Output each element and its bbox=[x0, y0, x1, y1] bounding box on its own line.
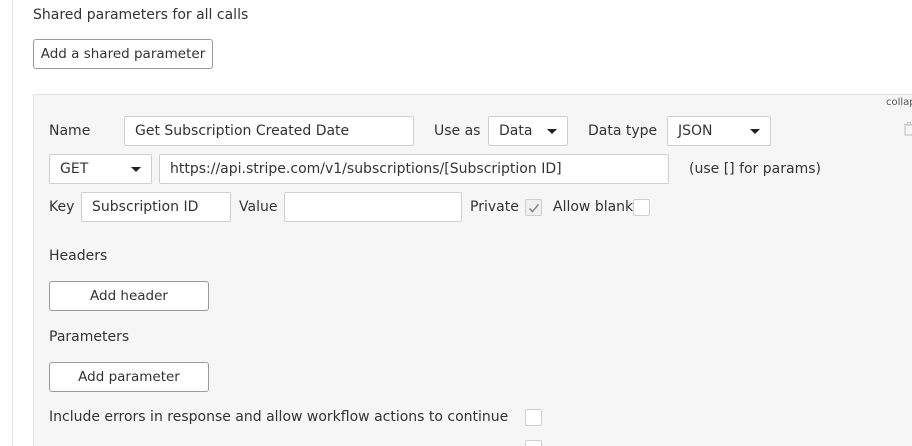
name-label: Name bbox=[49, 123, 91, 139]
shared-parameters-label: Shared parameters for all calls bbox=[33, 7, 249, 23]
trash-icon[interactable] bbox=[904, 122, 912, 136]
url-hint: (use [] for params) bbox=[689, 161, 821, 177]
allow-blank-checkbox[interactable] bbox=[633, 199, 650, 216]
add-parameter-button[interactable]: Add parameter bbox=[49, 362, 209, 392]
url-input[interactable]: https://api.stripe.com/v1/subscriptions/… bbox=[159, 154, 669, 184]
headers-label: Headers bbox=[49, 248, 108, 264]
private-checkbox[interactable] bbox=[525, 199, 542, 216]
use-as-label: Use as bbox=[434, 123, 481, 139]
name-input[interactable]: Get Subscription Created Date bbox=[124, 116, 414, 146]
add-header-button[interactable]: Add header bbox=[49, 281, 209, 311]
chevron-down-icon bbox=[547, 129, 557, 134]
api-call-panel bbox=[33, 94, 912, 446]
use-as-dropdown[interactable]: Data bbox=[488, 116, 568, 146]
include-errors-checkbox[interactable] bbox=[525, 409, 542, 426]
http-method-value: GET bbox=[60, 161, 89, 177]
data-type-value: JSON bbox=[678, 123, 713, 139]
data-type-dropdown[interactable]: JSON bbox=[667, 116, 771, 146]
use-as-value: Data bbox=[499, 123, 533, 139]
check-icon bbox=[528, 203, 540, 213]
value-label: Value bbox=[239, 199, 278, 215]
collapse-link[interactable]: collapse bbox=[886, 97, 912, 108]
add-shared-parameter-button[interactable]: Add a shared parameter bbox=[33, 39, 213, 69]
data-type-label: Data type bbox=[588, 123, 658, 139]
private-label: Private bbox=[470, 199, 519, 215]
value-input[interactable] bbox=[284, 192, 462, 222]
left-divider bbox=[12, 0, 13, 446]
include-errors-label: Include errors in response and allow wor… bbox=[49, 409, 509, 425]
allow-blank-label: Allow blank bbox=[553, 199, 634, 215]
next-option-checkbox[interactable] bbox=[525, 440, 542, 446]
key-input[interactable]: Subscription ID bbox=[81, 192, 231, 222]
key-label: Key bbox=[49, 199, 75, 215]
chevron-down-icon bbox=[750, 129, 760, 134]
http-method-dropdown[interactable]: GET bbox=[49, 154, 152, 184]
chevron-down-icon bbox=[131, 167, 141, 172]
parameters-label: Parameters bbox=[49, 329, 130, 345]
